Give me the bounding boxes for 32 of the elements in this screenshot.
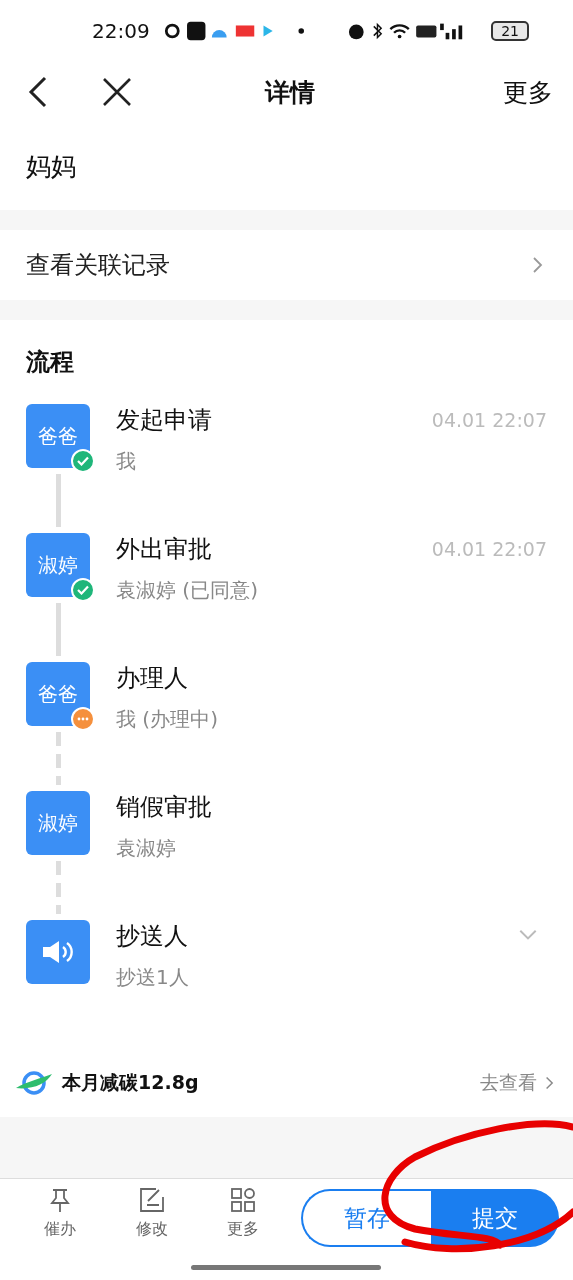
section-title: 流程 [26, 347, 75, 378]
toolbar-action[interactable]: 修改 [105, 1187, 198, 1247]
step-title: 办理人 [116, 663, 188, 694]
step-title: 外出审批 [116, 534, 212, 565]
step-title: 发起申请 [116, 405, 212, 436]
save-button[interactable]: 暂存 [301, 1189, 431, 1247]
grid-icon [230, 1187, 257, 1213]
step-avatar: 淑婷 [26, 791, 90, 855]
status-time: 22:09 [92, 19, 150, 43]
step-subtitle: 抄送1人 [116, 964, 190, 991]
back-icon[interactable] [26, 76, 48, 108]
carbon-label: 本月减碳12.8g [62, 1070, 199, 1095]
step-title: 抄送人 [116, 921, 188, 952]
related-records-row[interactable]: 查看关联记录 [0, 230, 573, 300]
step-subtitle: 我 (办理中) [116, 706, 219, 733]
step-subtitle: 袁淑婷 (已同意) [116, 577, 259, 604]
step-subtitle: 我 [116, 448, 137, 475]
view-link[interactable]: 去查看 [480, 1070, 557, 1096]
step-time: 04.01 22:07 [431, 409, 547, 431]
step-title: 销假审批 [116, 792, 212, 823]
speaker-icon [41, 939, 75, 965]
field-value: 妈妈 [26, 150, 76, 183]
edit-icon [138, 1187, 165, 1213]
close-icon[interactable] [102, 77, 132, 107]
toolbar-action[interactable]: 催办 [14, 1187, 106, 1247]
step-time: 04.01 22:07 [431, 538, 547, 560]
more-link[interactable]: 更多 [503, 75, 553, 109]
planet-leaf-icon [14, 1068, 54, 1098]
toolbar-action[interactable]: 更多 [197, 1187, 289, 1247]
step-subtitle: 袁淑婷 [116, 835, 177, 862]
battery-level: 21 [491, 21, 529, 41]
page-title: 详情 [264, 77, 315, 107]
